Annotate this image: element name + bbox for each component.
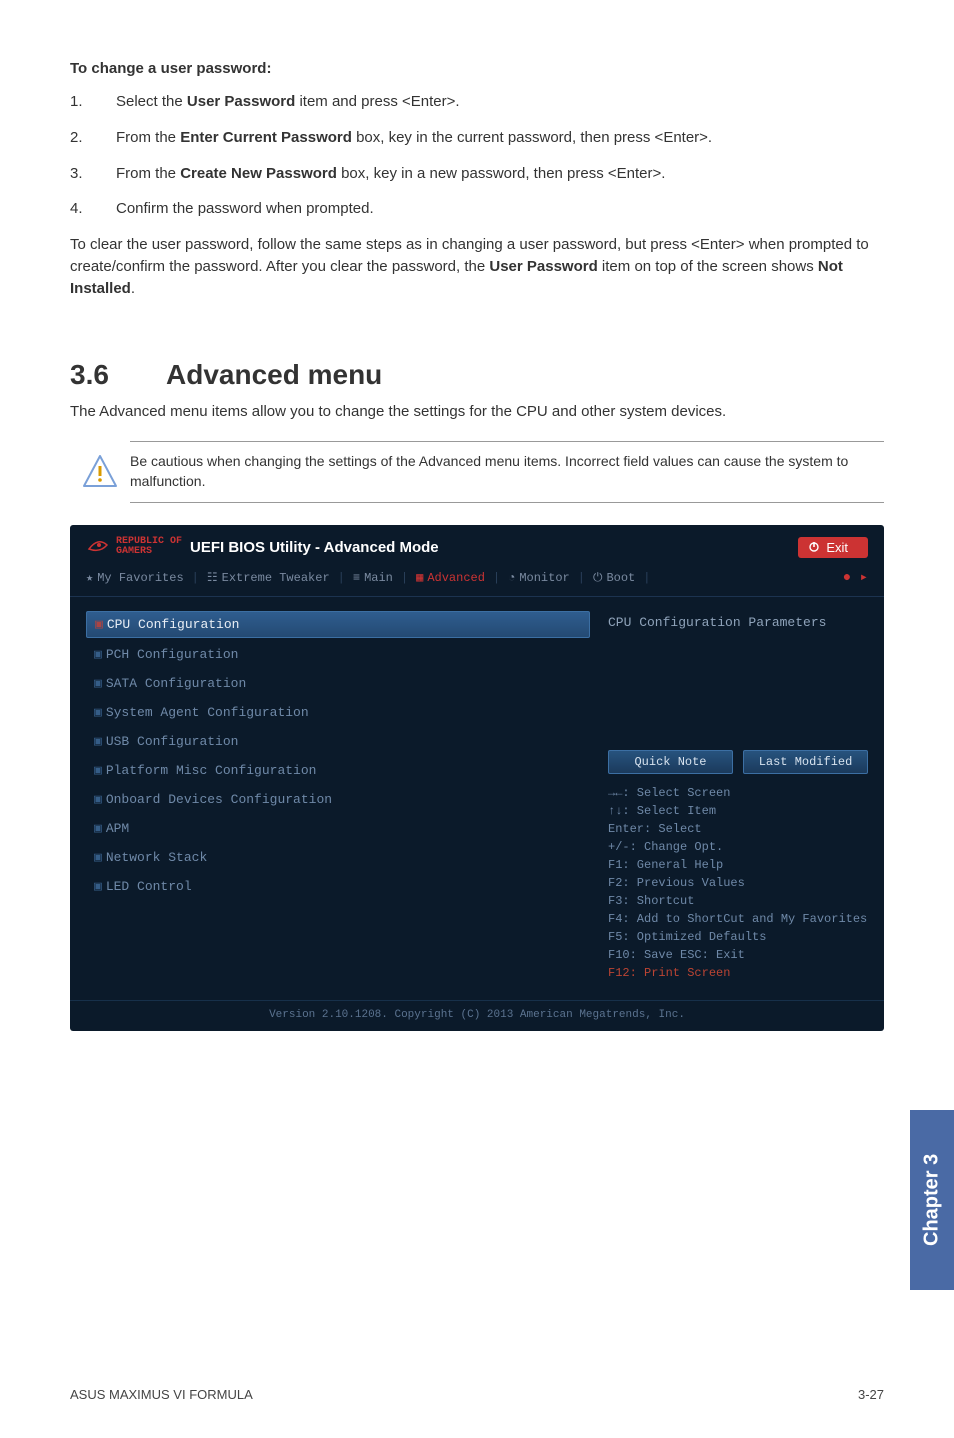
step-num: 1. bbox=[70, 91, 116, 113]
submenu-arrow-icon: ▣ bbox=[95, 617, 103, 632]
help-line: +/-: Change Opt. bbox=[608, 838, 868, 856]
star-icon: ★ bbox=[86, 570, 93, 585]
footer-page-number: 3-27 bbox=[858, 1387, 884, 1402]
tab-favorites[interactable]: ★My Favorites bbox=[86, 570, 184, 585]
power-small-icon: ⏻ bbox=[593, 571, 603, 585]
list-icon: ≡ bbox=[353, 571, 360, 585]
bios-version-footer: Version 2.10.1208. Copyright (C) 2013 Am… bbox=[70, 1000, 884, 1021]
menu-system-agent-configuration[interactable]: ▣System Agent Configuration bbox=[86, 700, 590, 725]
menu-led-control[interactable]: ▣LED Control bbox=[86, 874, 590, 899]
note-indicator-icon[interactable]: ● ▸ bbox=[843, 569, 868, 586]
caution-text: Be cautious when changing the settings o… bbox=[130, 452, 884, 491]
quick-note-button[interactable]: Quick Note bbox=[608, 750, 733, 774]
help-line: F10: Save ESC: Exit bbox=[608, 946, 868, 964]
chip-icon: ▦ bbox=[416, 570, 423, 585]
step-text: Confirm the password when prompted. bbox=[116, 198, 374, 220]
help-line: F4: Add to ShortCut and My Favorites bbox=[608, 910, 868, 928]
bios-header: REPUBLIC OF GAMERS UEFI BIOS Utility - A… bbox=[70, 525, 884, 565]
last-modified-button[interactable]: Last Modified bbox=[743, 750, 868, 774]
power-icon bbox=[808, 541, 820, 553]
submenu-arrow-icon: ▣ bbox=[94, 821, 102, 836]
exit-button[interactable]: Exit bbox=[798, 537, 868, 558]
help-line: F5: Optimized Defaults bbox=[608, 928, 868, 946]
caution-icon bbox=[70, 452, 130, 492]
help-line: →←: Select Screen bbox=[608, 784, 868, 802]
submenu-arrow-icon: ▣ bbox=[94, 763, 102, 778]
section-heading: 3.6Advanced menu bbox=[70, 359, 884, 391]
menu-cpu-configuration[interactable]: ▣CPU Configuration bbox=[86, 611, 590, 638]
tab-advanced[interactable]: ▦Advanced bbox=[416, 570, 485, 585]
bios-screenshot: REPUBLIC OF GAMERS UEFI BIOS Utility - A… bbox=[70, 525, 884, 1031]
help-line: F1: General Help bbox=[608, 856, 868, 874]
section-number: 3.6 bbox=[70, 359, 166, 391]
submenu-arrow-icon: ▣ bbox=[94, 705, 102, 720]
tab-boot[interactable]: ⏻Boot bbox=[593, 571, 635, 585]
heading-change-password: To change a user password: bbox=[70, 60, 884, 77]
rog-logo: REPUBLIC OF GAMERS bbox=[86, 535, 182, 559]
brand-bottom: GAMERS bbox=[116, 547, 182, 557]
menu-onboard-devices-configuration[interactable]: ▣Onboard Devices Configuration bbox=[86, 787, 590, 812]
gauge-icon: ◔ bbox=[508, 571, 515, 585]
help-line: F3: Shortcut bbox=[608, 892, 868, 910]
tab-tweaker[interactable]: ☷Extreme Tweaker bbox=[207, 570, 330, 585]
step-1: 1. Select the User Password item and pre… bbox=[70, 91, 884, 113]
menu-platform-misc-configuration[interactable]: ▣Platform Misc Configuration bbox=[86, 758, 590, 783]
menu-network-stack[interactable]: ▣Network Stack bbox=[86, 845, 590, 870]
bios-right-panel: CPU Configuration Parameters Quick Note … bbox=[608, 611, 868, 982]
sliders-icon: ☷ bbox=[207, 570, 218, 585]
bios-tabbar: ★My Favorites | ☷Extreme Tweaker | ≡Main… bbox=[70, 565, 884, 597]
step-2: 2. From the Enter Current Password box, … bbox=[70, 127, 884, 149]
rog-eye-icon bbox=[86, 535, 110, 559]
steps-list: 1. Select the User Password item and pre… bbox=[70, 91, 884, 220]
step-text: From the Enter Current Password box, key… bbox=[116, 127, 712, 149]
right-panel-title: CPU Configuration Parameters bbox=[608, 611, 868, 630]
chapter-tab: Chapter 3 bbox=[910, 1110, 954, 1290]
step-4: 4. Confirm the password when prompted. bbox=[70, 198, 884, 220]
clear-password-paragraph: To clear the user password, follow the s… bbox=[70, 234, 884, 299]
step-num: 4. bbox=[70, 198, 116, 220]
tab-main[interactable]: ≡Main bbox=[353, 571, 393, 585]
bios-menu-list: ▣CPU Configuration ▣PCH Configuration ▣S… bbox=[86, 611, 590, 982]
submenu-arrow-icon: ▣ bbox=[94, 879, 102, 894]
help-line: ↑↓: Select Item bbox=[608, 802, 868, 820]
help-line: F2: Previous Values bbox=[608, 874, 868, 892]
section-title: Advanced menu bbox=[166, 359, 382, 390]
submenu-arrow-icon: ▣ bbox=[94, 676, 102, 691]
submenu-arrow-icon: ▣ bbox=[94, 792, 102, 807]
menu-sata-configuration[interactable]: ▣SATA Configuration bbox=[86, 671, 590, 696]
menu-usb-configuration[interactable]: ▣USB Configuration bbox=[86, 729, 590, 754]
tab-monitor[interactable]: ◔Monitor bbox=[508, 571, 570, 585]
submenu-arrow-icon: ▣ bbox=[94, 850, 102, 865]
step-3: 3. From the Create New Password box, key… bbox=[70, 163, 884, 185]
help-line-highlight: F12: Print Screen bbox=[608, 964, 868, 982]
bios-title: UEFI BIOS Utility - Advanced Mode bbox=[190, 539, 439, 556]
help-key-list: →←: Select Screen ↑↓: Select Item Enter:… bbox=[608, 784, 868, 982]
menu-pch-configuration[interactable]: ▣PCH Configuration bbox=[86, 642, 590, 667]
footer-product: ASUS MAXIMUS VI FORMULA bbox=[70, 1387, 253, 1402]
caution-block: Be cautious when changing the settings o… bbox=[130, 441, 884, 503]
help-line: Enter: Select bbox=[608, 820, 868, 838]
section-intro: The Advanced menu items allow you to cha… bbox=[70, 401, 884, 423]
step-num: 2. bbox=[70, 127, 116, 149]
submenu-arrow-icon: ▣ bbox=[94, 647, 102, 662]
submenu-arrow-icon: ▣ bbox=[94, 734, 102, 749]
step-num: 3. bbox=[70, 163, 116, 185]
menu-apm[interactable]: ▣APM bbox=[86, 816, 590, 841]
step-text: From the Create New Password box, key in… bbox=[116, 163, 665, 185]
step-text: Select the User Password item and press … bbox=[116, 91, 460, 113]
